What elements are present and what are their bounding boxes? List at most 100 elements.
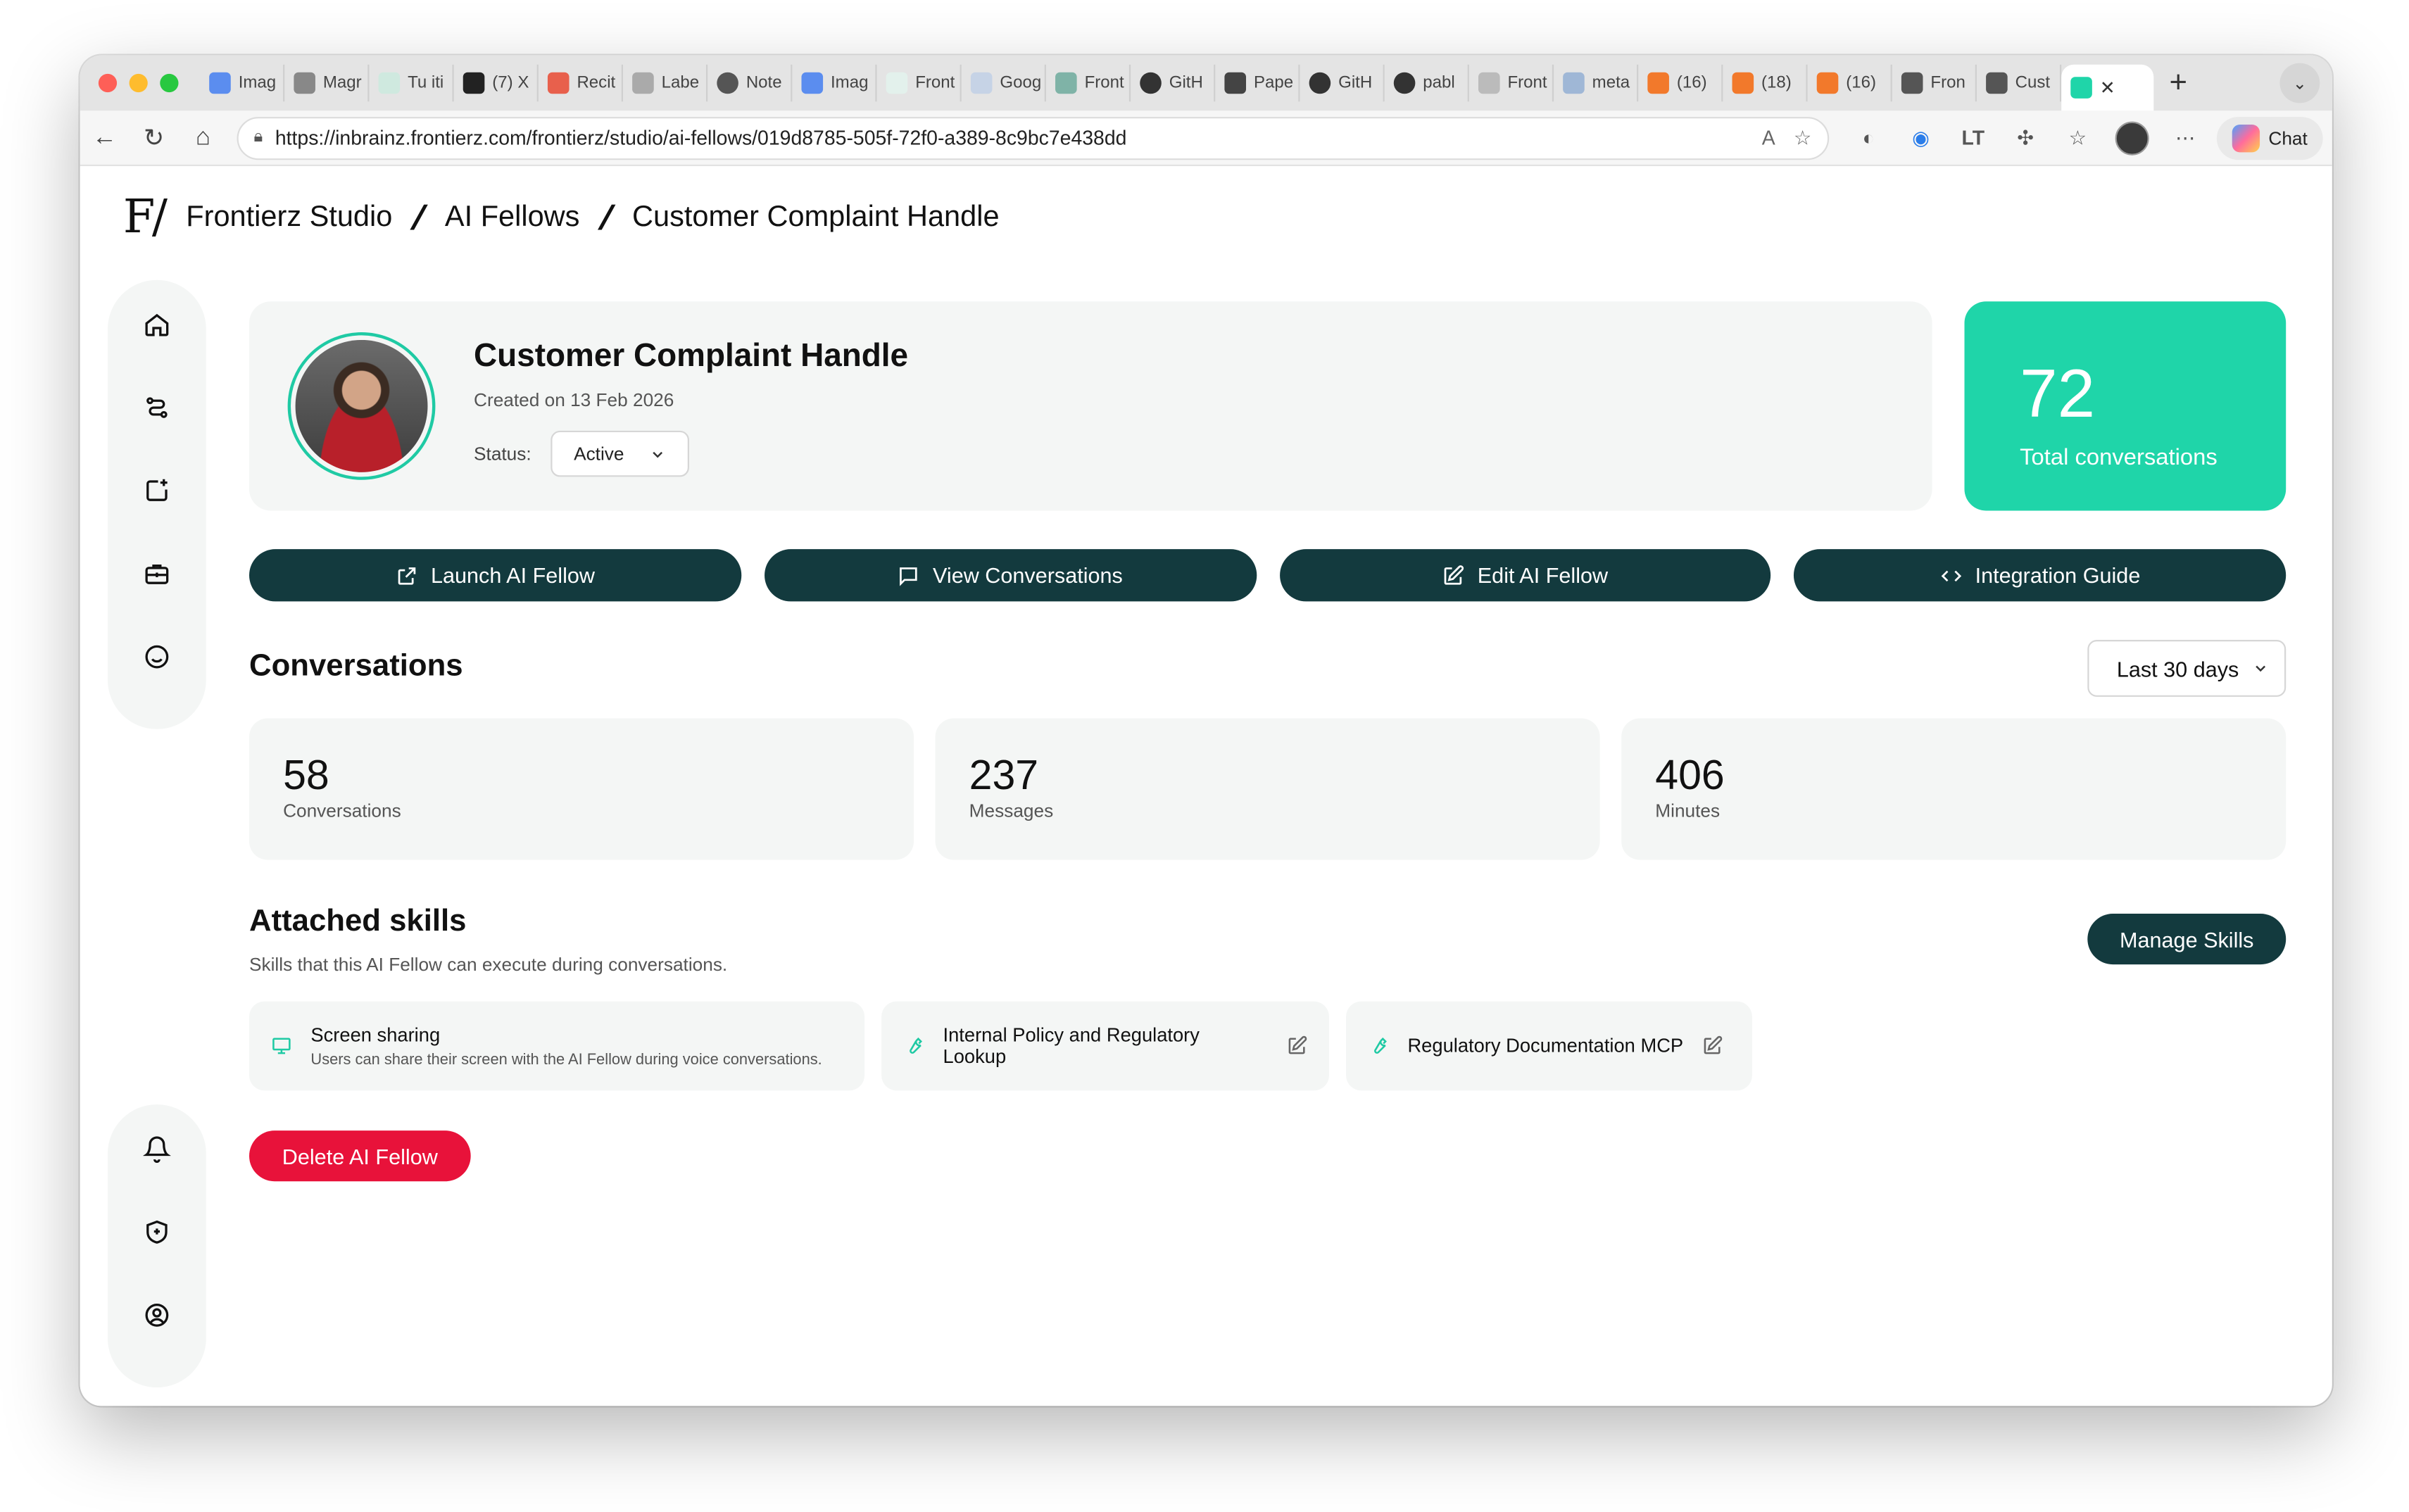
extension-icon[interactable]: ◉ [1906,125,1937,150]
profile-avatar[interactable] [2114,120,2149,155]
new-tab-button[interactable]: + [2153,65,2203,101]
skill-card-policy-lookup[interactable]: Internal Policy and Regulatory Lookup [881,1001,1330,1091]
browser-tab[interactable]: Note [707,64,793,102]
tab-label: (7) X [492,73,529,93]
browser-tab[interactable]: pabl [1385,64,1469,102]
tab-list-button[interactable]: ⌄ [2279,63,2320,103]
maximize-window-button[interactable] [160,73,179,93]
date-range-value: Last 30 days [2116,655,2239,681]
breadcrumb-studio[interactable]: Frontierz Studio [186,201,392,234]
route-icon [146,397,168,418]
fellow-profile-card: Customer Complaint Handle Created on 13 … [249,301,1932,511]
sidebar-item-home[interactable] [131,298,183,351]
manage-skills-button[interactable]: Manage Skills [2087,914,2287,965]
browser-tab[interactable]: (18) [1723,64,1808,102]
browser-tab[interactable]: Front [1469,64,1554,102]
breadcrumb-ai-fellows[interactable]: AI Fellows [445,201,580,234]
tab-favicon-icon [886,72,908,94]
reload-button[interactable]: ↻ [130,122,179,153]
fellow-avatar [287,332,436,480]
launch-ai-fellow-button[interactable]: Launch AI Fellow [249,549,741,602]
browser-window: Imag Magr Tu iti (7) X Recit Labe Note I… [80,55,2332,1406]
browser-tab[interactable]: Labe [623,64,708,102]
read-aloud-icon[interactable]: A [1762,126,1775,149]
browser-tab[interactable]: Imag [792,64,877,102]
view-conversations-button[interactable]: View Conversations [764,549,1257,602]
tab-favicon-icon [1224,72,1247,94]
browser-tab[interactable]: meta [1554,64,1639,102]
edit-icon[interactable] [1702,1035,1723,1057]
minimize-window-button[interactable] [129,73,148,93]
favorites-icon[interactable]: ☆ [2063,125,2094,150]
github-icon [1393,72,1416,94]
browser-tab[interactable]: Pape [1215,64,1300,102]
browser-tab[interactable]: Tu iti [369,64,454,102]
browser-tab[interactable]: Magr [284,64,370,102]
briefcase-icon [145,564,169,584]
extension-icon[interactable]: ◐ [1853,126,1884,149]
sidebar-item-account[interactable] [131,1289,183,1341]
total-conversations-card: 72 Total conversations [1964,301,2287,511]
skill-description: Users can share their screen with the AI… [310,1051,822,1069]
favorite-star-icon[interactable]: ☆ [1794,125,1811,150]
wrench-icon [910,1037,923,1054]
monitor-icon [272,1038,291,1054]
back-button[interactable]: ← [80,124,130,151]
close-tab-icon[interactable]: ✕ [2100,77,2115,99]
frontierz-logo[interactable]: F/ [123,191,168,244]
tab-favicon-icon [209,72,231,94]
home-button[interactable]: ⌂ [178,124,227,151]
tab-label: Imag [831,73,869,93]
sidebar-item-notifications[interactable] [131,1123,183,1175]
tab-label: GitH [1338,73,1373,93]
browser-tab[interactable]: Front [1046,64,1131,102]
smile-icon [145,645,169,669]
chevron-down-icon [653,451,663,458]
x-icon [463,72,485,94]
created-date: Created on 13 Feb 2026 [474,389,674,411]
edit-icon[interactable] [1286,1035,1308,1057]
browser-tab[interactable]: Goog [962,64,1046,102]
browser-tab[interactable]: (7) X [454,64,539,102]
browser-tab[interactable]: Fron [1892,64,1977,102]
active-browser-tab[interactable]: ✕ [2061,64,2154,111]
integration-guide-button[interactable]: Integration Guide [1794,549,2287,602]
browser-tab[interactable]: (16) [1808,64,1892,102]
browser-tab[interactable]: GitH [1300,64,1385,102]
browser-tab[interactable]: Cust [1977,64,2062,102]
square-plus-icon [146,479,168,501]
sidebar-item-toolkit[interactable] [131,548,183,600]
date-range-dropdown[interactable]: Last 30 days [2087,640,2287,697]
external-link-icon [398,566,416,584]
edit-ai-fellow-button[interactable]: Edit AI Fellow [1278,549,1771,602]
sidebar-item-fellows[interactable] [131,631,183,683]
tab-favicon-icon [632,72,654,94]
tab-label: Recit [577,73,616,93]
sidebar-item-new[interactable] [131,465,183,517]
sidebar-primary [107,279,206,729]
url-field[interactable]: 🔒︎ https://inbrainz.frontierz.com/fronti… [237,115,1829,160]
chat-button[interactable]: Chat [2216,115,2323,160]
close-window-button[interactable] [98,73,118,93]
more-menu-icon[interactable]: ⋯ [2170,125,2201,150]
sidebar-item-flows[interactable] [131,382,183,434]
fellow-name: Customer Complaint Handle [474,338,909,374]
delete-ai-fellow-button[interactable]: Delete AI Fellow [249,1130,471,1182]
browser-tab[interactable]: Imag [200,64,285,102]
avatar-photo [295,339,428,472]
browser-tab[interactable]: Recit [539,64,624,102]
skill-card-screen-sharing[interactable]: Screen sharing Users can share their scr… [249,1001,865,1091]
extensions-puzzle-icon[interactable]: ✣ [2010,125,2041,150]
status-dropdown[interactable]: Active [551,430,689,477]
user-circle-icon [145,1303,169,1327]
breadcrumb-current: Customer Complaint Handle [632,201,1000,234]
tab-favicon-icon [1478,72,1500,94]
attached-skills-heading: Attached skills [249,904,467,938]
browser-tab[interactable]: GitH [1131,64,1216,102]
browser-tab[interactable]: (16) [1638,64,1723,102]
tab-favicon-icon [970,72,993,94]
sidebar-item-security[interactable] [131,1206,183,1258]
extension-icon[interactable]: LT [1958,126,1989,149]
skill-card-regulatory-mcp[interactable]: Regulatory Documentation MCP [1346,1001,1752,1091]
browser-tab[interactable]: Front [877,64,962,102]
